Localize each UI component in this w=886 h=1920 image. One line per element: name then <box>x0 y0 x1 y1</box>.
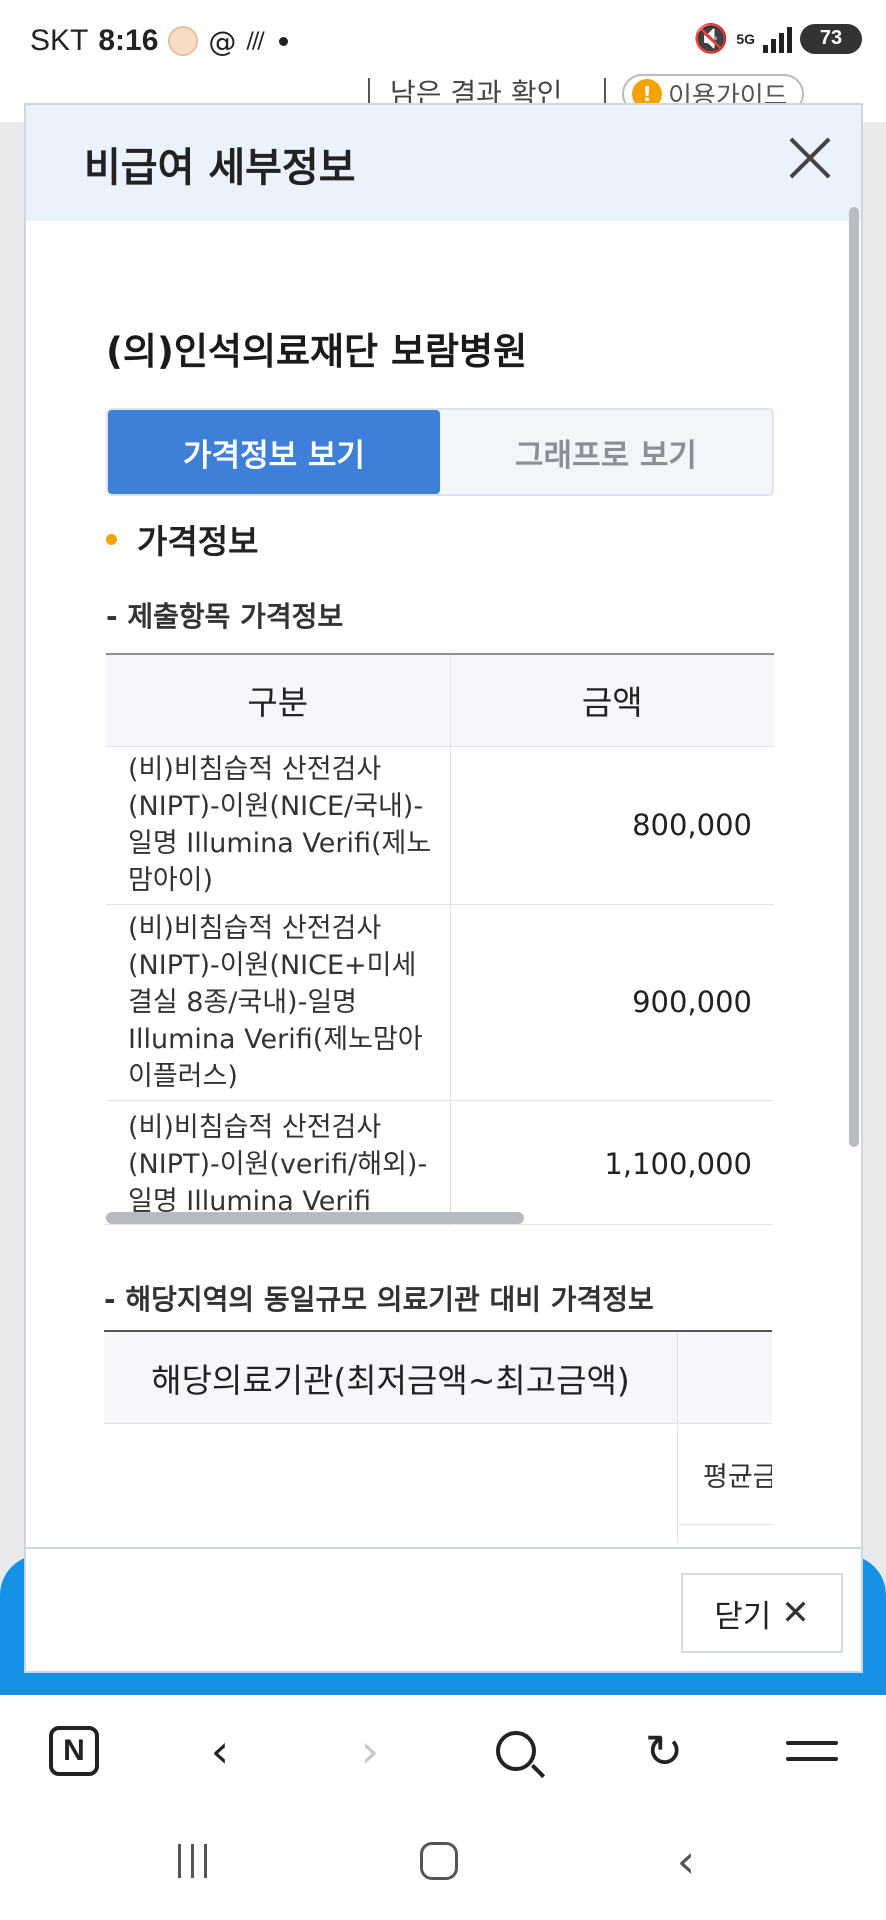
home-icon <box>420 1842 458 1880</box>
menu-button[interactable] <box>782 1723 842 1779</box>
browser-toolbar: N ‹ › ↻ <box>0 1695 886 1805</box>
status-left: SKT 8:16 @ /// <box>30 24 288 58</box>
divider <box>604 78 606 104</box>
status-bar: SKT 8:16 @ /// 🔇 5G 73 <box>0 0 886 82</box>
baby-face-icon <box>168 26 199 56</box>
tab-price-info[interactable]: 가격정보 보기 <box>108 410 440 494</box>
modal-footer: 닫기 ✕ <box>26 1547 861 1671</box>
battery-icon: 73 <box>800 23 862 54</box>
naver-home-button[interactable]: N <box>44 1723 104 1779</box>
signal-icon <box>763 25 792 53</box>
tab-graph-view[interactable]: 그래프로 보기 <box>440 410 772 494</box>
amount-cell: 800,000 <box>450 746 774 905</box>
mute-icon: 🔇 <box>693 22 729 55</box>
modal-title: 비급여 세부정보 <box>84 145 356 191</box>
divider <box>368 78 370 104</box>
close-button[interactable]: 닫기 ✕ <box>681 1573 843 1653</box>
view-tabs: 가격정보 보기 그래프로 보기 <box>106 408 774 496</box>
close-icon: ✕ <box>781 1593 810 1633</box>
region-compare-subtitle: - 해당지역의 동일규모 의료기관 대비 가격정보 <box>104 1283 654 1316</box>
average-amount-label: 평균금 <box>679 1425 772 1525</box>
status-right: 🔇 5G 73 <box>693 22 862 55</box>
carrier-label: SKT <box>30 24 89 57</box>
notification-dot-icon <box>278 36 288 46</box>
back-button[interactable]: ‹ <box>190 1723 250 1779</box>
horizontal-scroll-track <box>104 1224 772 1225</box>
reload-button[interactable]: ↻ <box>634 1723 694 1779</box>
amount-cell: 900,000 <box>450 904 774 1101</box>
close-button-label: 닫기 <box>714 1598 772 1635</box>
item-name-cell: (비)비침습적 산전검사(NIPT)-이원(NICE/국내)-일명 Illumi… <box>106 746 451 905</box>
home-button[interactable] <box>417 1831 461 1891</box>
table-row: (비)비침습적 산전검사(NIPT)-이원(NICE/국내)-일명 Illumi… <box>106 746 774 905</box>
naver-logo-icon: N <box>49 1726 99 1776</box>
vertical-scrollbar[interactable] <box>849 207 859 1147</box>
table-row: (비)비침습적 산전검사(NIPT)-이원(NICE+미세결실 8종/국내)-일… <box>106 904 774 1101</box>
region-header-right <box>679 1332 772 1424</box>
recent-apps-button[interactable] <box>170 1831 214 1891</box>
column-header-amount: 금액 <box>450 653 774 747</box>
price-table: 구분 금액 (비)비침습적 산전검사(NIPT)-이원(NICE/국내)-일명 … <box>106 653 774 1227</box>
column-header-category: 구분 <box>106 653 451 747</box>
hamburger-icon <box>786 1741 838 1761</box>
activity-icon: /// <box>246 28 264 54</box>
submitted-items-subtitle: - 제출항목 가격정보 <box>106 600 344 633</box>
threads-icon: @ <box>208 24 237 58</box>
table-row: (비)비침습적 산전검사(NIPT)-이원(verifi/해외)-일명 Illu… <box>106 1100 774 1227</box>
price-table-container[interactable]: 구분 금액 (비)비침습적 산전검사(NIPT)-이원(NICE/국내)-일명 … <box>106 653 774 1227</box>
system-navigation-bar: ‹ <box>0 1805 886 1920</box>
amount-cell: 1,100,000 <box>450 1100 774 1227</box>
item-name-cell: (비)비침습적 산전검사(NIPT)-이원(NICE+미세결실 8종/국내)-일… <box>106 904 451 1101</box>
section-title-label: 가격정보 <box>137 522 259 561</box>
close-icon[interactable] <box>787 135 833 181</box>
network-type-label: 5G <box>736 30 755 47</box>
region-compare-table[interactable]: 해당의료기관(최저금액~최고금액) 평균금 <box>104 1330 772 1543</box>
section-title: 가격정보 <box>106 515 258 563</box>
region-body-cell <box>104 1425 678 1543</box>
system-back-button[interactable]: ‹ <box>664 1831 708 1891</box>
search-button[interactable] <box>486 1723 546 1779</box>
hospital-name: (의)인석의료재단 보람병원 <box>106 330 528 373</box>
clock: 8:16 <box>98 24 159 57</box>
item-name-cell: (비)비침습적 산전검사(NIPT)-이원(verifi/해외)-일명 Illu… <box>106 1100 451 1227</box>
region-header-left: 해당의료기관(최저금액~최고금액) <box>104 1332 678 1424</box>
bullet-icon <box>106 533 117 545</box>
forward-button[interactable]: › <box>340 1723 400 1779</box>
modal-header: 비급여 세부정보 <box>26 105 861 221</box>
horizontal-scrollbar[interactable] <box>106 1212 524 1224</box>
search-icon <box>496 1731 536 1771</box>
table-header-row: 구분 금액 <box>106 653 774 747</box>
